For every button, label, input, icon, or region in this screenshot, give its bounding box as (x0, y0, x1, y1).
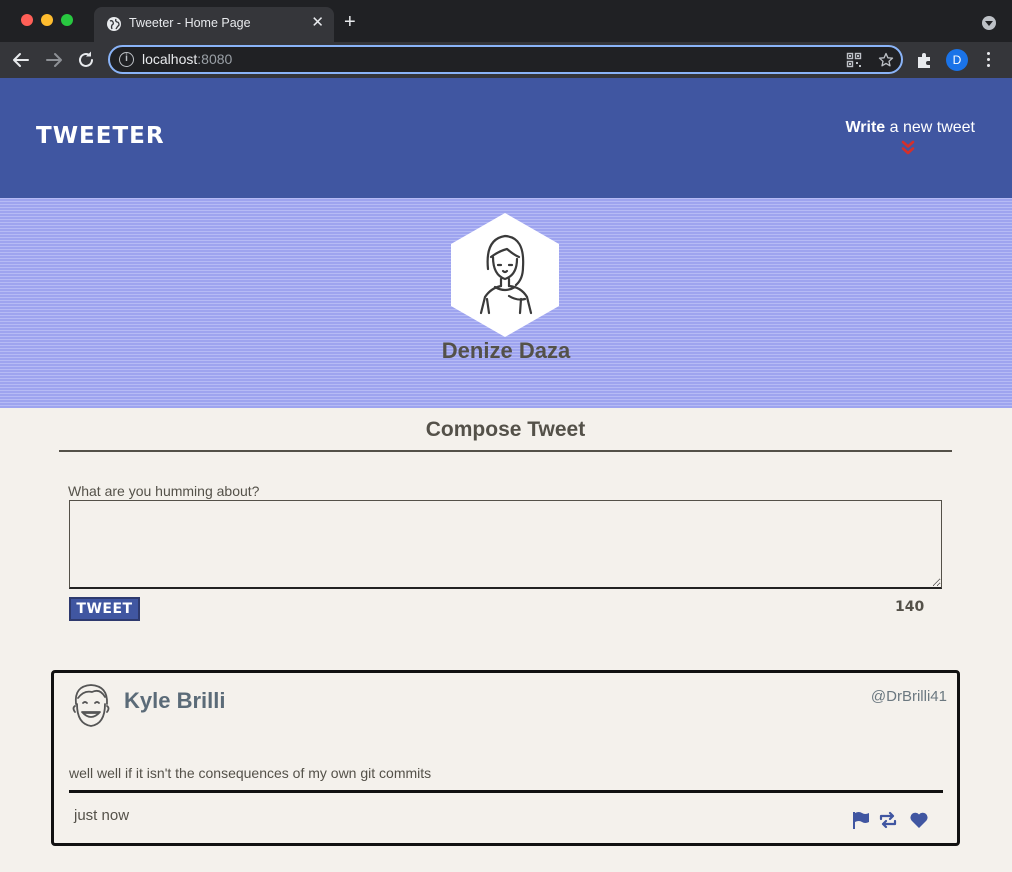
tweet-button[interactable]: TWEET (69, 597, 140, 621)
back-arrow-icon[interactable] (10, 49, 32, 71)
browser-toolbar: i localhost:8080 D (0, 42, 1012, 78)
profile-avatar[interactable]: D (946, 49, 968, 71)
bookmark-star-icon[interactable] (878, 52, 894, 68)
browser-menu-icon[interactable] (987, 52, 991, 68)
compose-tweet-section: Compose Tweet What are you humming about… (59, 418, 952, 621)
retweet-icon[interactable] (878, 810, 898, 830)
tweet-avatar (72, 684, 110, 727)
tweet-author-name: Kyle Brilli (124, 688, 226, 713)
url-text[interactable]: localhost:8080 (142, 51, 232, 67)
browser-tab-bar: Tweeter - Home Page ✕ + (0, 0, 1012, 42)
qr-code-icon[interactable] (846, 52, 862, 68)
profile-header: Denize Daza (0, 198, 1012, 408)
info-icon[interactable]: i (119, 52, 134, 67)
tweet-textarea[interactable] (69, 500, 942, 589)
tweet-card: Kyle Brilli @DrBrilli41 well well if it … (51, 670, 960, 846)
minimize-window-button[interactable] (41, 14, 53, 26)
character-counter: 140 (895, 599, 925, 615)
tab-close-icon[interactable]: ✕ (311, 14, 324, 32)
tweet-actions (851, 810, 931, 830)
reload-icon[interactable] (75, 49, 97, 71)
globe-icon (107, 17, 121, 31)
tab-title: Tweeter - Home Page (129, 16, 251, 30)
address-bar[interactable]: i localhost:8080 (108, 45, 903, 74)
site-navbar: TWEETER Write a new tweet (0, 78, 1012, 198)
compose-label: What are you humming about? (68, 483, 260, 499)
write-new-tweet-link[interactable]: Write a new tweet (845, 119, 975, 137)
new-tab-button[interactable]: + (344, 11, 356, 33)
forward-arrow-icon[interactable] (43, 49, 65, 71)
tweet-body: well well if it isn't the consequences o… (69, 765, 432, 781)
flag-icon[interactable] (851, 810, 871, 830)
brand-logo[interactable]: TWEETER (36, 123, 165, 149)
browser-tab[interactable]: Tweeter - Home Page ✕ (94, 7, 334, 42)
maximize-window-button[interactable] (61, 14, 73, 26)
double-chevron-down-icon[interactable] (901, 140, 915, 156)
page-content: TWEETER Write a new tweet Denize Daza Co… (0, 78, 1012, 872)
extensions-puzzle-icon[interactable] (915, 50, 935, 70)
tweet-author-handle: @DrBrilli41 (870, 688, 947, 705)
heart-icon[interactable] (909, 810, 929, 830)
tweet-timestamp: just now (74, 807, 130, 824)
close-window-button[interactable] (21, 14, 33, 26)
profile-avatar-image (451, 213, 559, 337)
compose-title: Compose Tweet (59, 418, 952, 452)
profile-name: Denize Daza (441, 338, 571, 363)
tab-search-icon[interactable] (982, 16, 996, 30)
tweet-divider (69, 790, 943, 793)
